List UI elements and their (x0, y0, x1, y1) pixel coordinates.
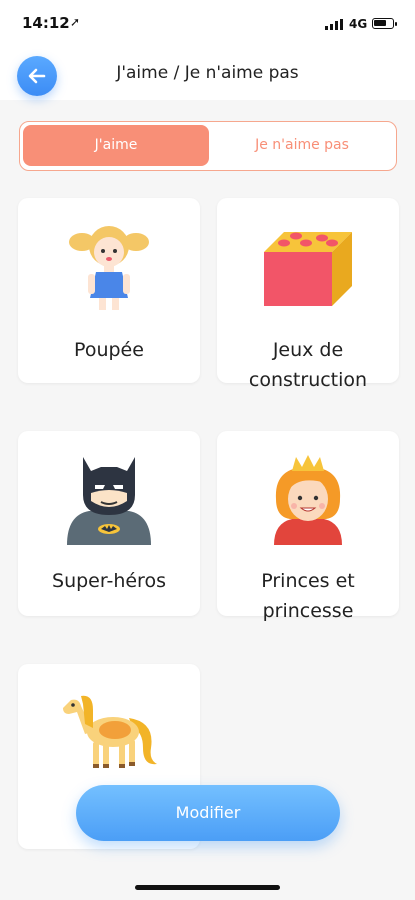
card-superhero[interactable]: Super-héros (18, 431, 200, 616)
princess-icon (274, 455, 342, 545)
like-dislike-segment: J'aime Je n'aime pas (19, 121, 397, 171)
card-label-line2: construction (248, 369, 368, 391)
card-label: Super-héros (52, 570, 166, 592)
network-type: 4G (349, 17, 368, 31)
card-label: Princes et princesse (217, 566, 399, 626)
building-block-icon (264, 232, 352, 306)
status-time: 14:12 (22, 14, 70, 32)
battery-icon (372, 18, 397, 29)
card-label-line1: Jeux de (272, 339, 344, 361)
card-doll[interactable]: Poupée (18, 198, 200, 383)
card-label: Jeux de construction (217, 335, 399, 395)
home-indicator[interactable] (135, 885, 280, 890)
card-label: Poupée (74, 339, 144, 361)
tab-dislike[interactable]: Je n'aime pas (212, 125, 392, 166)
app-header: J'aime / Je n'aime pas (0, 44, 415, 100)
card-construction[interactable]: Jeux de construction (217, 198, 399, 391)
status-bar: 14:12 ➚ 4G (0, 0, 415, 44)
tab-like[interactable]: J'aime (23, 125, 209, 166)
modify-button[interactable]: Modifier (76, 785, 340, 841)
horse-icon (63, 695, 157, 768)
card-label-line2: princesse (262, 600, 354, 622)
card-princess[interactable]: Princes et princesse (217, 431, 399, 622)
superhero-icon (67, 457, 151, 545)
page-title: J'aime / Je n'aime pas (116, 63, 299, 83)
signal-icon (325, 19, 343, 30)
doll-icon (69, 226, 149, 310)
location-arrow-icon: ➚ (70, 15, 81, 29)
card-label-line1: Princes et (261, 570, 355, 592)
